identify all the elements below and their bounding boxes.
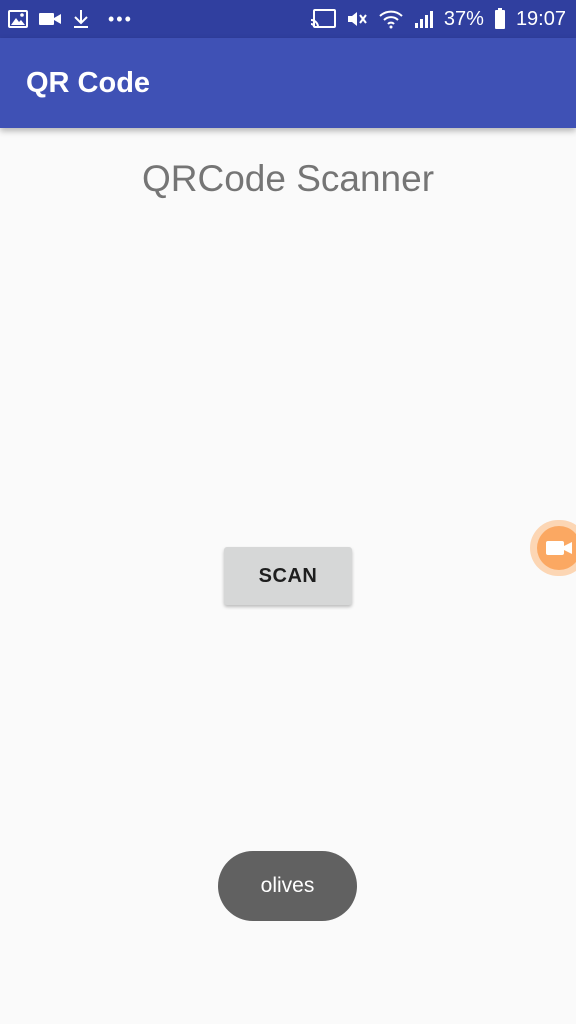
battery-icon [494, 8, 506, 30]
app-title: QR Code [26, 66, 151, 99]
image-icon [8, 10, 28, 28]
mute-icon [346, 9, 368, 29]
floating-record-button[interactable] [530, 520, 576, 576]
screen: ••• 37% 19:07 QR Code QRCode Scanner SCA… [0, 0, 576, 1024]
page-heading: QRCode Scanner [141, 158, 435, 199]
video-camera-icon [38, 11, 62, 27]
status-bar-right: 37% 19:07 [310, 8, 566, 31]
toast-message: olives [218, 851, 357, 921]
download-icon [72, 9, 90, 29]
status-bar-left: ••• [8, 9, 133, 29]
battery-percent: 37% [443, 7, 484, 30]
wifi-icon [378, 9, 404, 29]
more-dots-icon: ••• [108, 9, 133, 29]
video-record-icon [545, 538, 573, 558]
scan-button[interactable]: SCAN [224, 547, 352, 605]
status-time: 19:07 [515, 7, 566, 30]
floating-record-inner [537, 526, 576, 570]
status-bar: ••• 37% 19:07 [0, 0, 576, 38]
cast-icon [310, 9, 336, 29]
app-bar: QR Code [0, 38, 576, 128]
signal-icon [414, 9, 434, 29]
